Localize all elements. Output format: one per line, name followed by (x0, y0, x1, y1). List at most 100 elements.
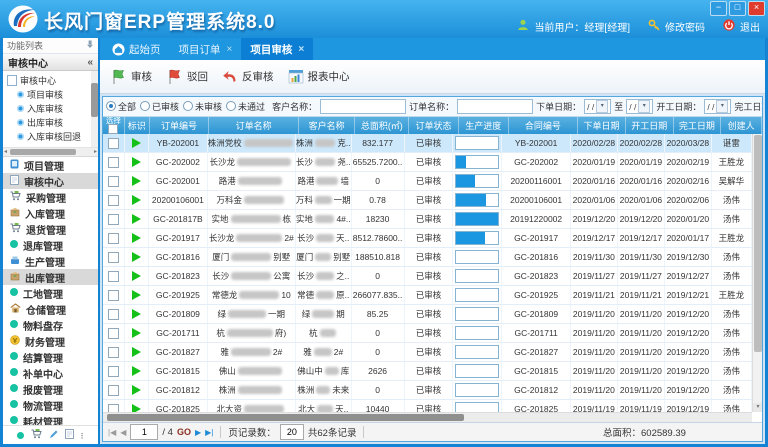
sidebar-item[interactable]: 补单中心 (3, 365, 98, 381)
order-name-input[interactable] (457, 99, 533, 114)
sidebar-item[interactable]: 物料盘存 (3, 317, 98, 333)
pen-blue-icon[interactable] (49, 426, 58, 444)
sidebar-item[interactable]: 报废管理 (3, 381, 98, 397)
row-select-cell[interactable] (103, 381, 125, 399)
row-select-cell[interactable] (103, 362, 125, 380)
row-select-cell[interactable] (103, 172, 125, 190)
row-select-cell[interactable] (103, 343, 125, 361)
flag-action-button[interactable]: 审核 (110, 68, 152, 85)
row-select-cell[interactable] (103, 324, 125, 342)
sidebar-item[interactable]: 耗材管理 (3, 413, 98, 425)
sidebar-item[interactable]: 入库管理 (3, 205, 98, 221)
sidebar-item[interactable]: 结算管理 (3, 349, 98, 365)
sidebar-item[interactable]: 财务管理 (3, 333, 98, 349)
prev-page-button[interactable]: ◀ (120, 428, 126, 437)
flag-action-button[interactable]: 驳回 (166, 68, 208, 85)
row-select-cell[interactable] (103, 305, 125, 323)
tree-horizontal-scrollbar[interactable]: ◂▸ (3, 148, 98, 157)
table-row[interactable]: GC-201823长沙公寓长沙之..0已审核GC-2018232019/11/2… (103, 267, 752, 286)
tree-item[interactable]: 入库审核 (3, 101, 98, 115)
order-date-from-input[interactable]: / /▾ (584, 99, 611, 114)
tab-close-icon[interactable]: × (298, 44, 304, 55)
tree-item[interactable]: 项目审核 (3, 87, 98, 101)
sidebar-section-header[interactable]: 审核中心 « (3, 54, 98, 71)
page-icon[interactable] (65, 426, 74, 444)
order-date-to-input[interactable]: / /▾ (626, 99, 653, 114)
close-button[interactable]: × (748, 1, 765, 16)
row-checkbox[interactable] (108, 252, 119, 263)
table-row[interactable]: GC-201815佛山佛山中库2626已审核GC-2018152019/11/2… (103, 362, 752, 381)
table-row[interactable]: 20200106001万科金万科一期0.78已审核202001060012020… (103, 191, 752, 210)
tree-vertical-scrollbar[interactable] (91, 71, 98, 147)
row-select-cell[interactable] (103, 153, 125, 171)
sidebar-item[interactable]: 退库管理 (3, 237, 98, 253)
row-select-cell[interactable] (103, 248, 125, 266)
row-select-cell[interactable] (103, 210, 125, 228)
cart-icon[interactable] (31, 426, 42, 444)
tab-close-icon[interactable]: × (227, 44, 233, 55)
row-select-cell[interactable] (103, 134, 125, 152)
logout-link[interactable]: 退出 (740, 19, 760, 34)
status-radio[interactable]: 全部 (106, 100, 136, 113)
table-row[interactable]: YB-202001株洲党校株洲克..832.177已审核YB-202001202… (103, 134, 752, 153)
table-horizontal-scrollbar[interactable] (103, 412, 752, 422)
row-select-cell[interactable] (103, 191, 125, 209)
table-row[interactable]: GC-201817B实地栋实地4#..18230已审核2019122000220… (103, 210, 752, 229)
table-row[interactable]: GC-201816厦门别墅厦门别墅188510.818已审核GC-2018162… (103, 248, 752, 267)
row-select-cell[interactable] (103, 286, 125, 304)
row-select-cell[interactable] (103, 229, 125, 247)
table-row[interactable]: GC-201925常德龙10常德原..266077.835..已审核GC-201… (103, 286, 752, 305)
sidebar-item[interactable]: 出库管理 (3, 269, 98, 285)
row-select-cell[interactable] (103, 267, 125, 285)
customer-name-input[interactable] (320, 99, 406, 114)
sidebar-item[interactable]: 生产管理 (3, 253, 98, 269)
page-number-input[interactable] (130, 424, 158, 440)
table-row[interactable]: GC-201812株洲株洲未来0已审核GC-2018122019/11/2020… (103, 381, 752, 400)
row-checkbox[interactable] (108, 290, 119, 301)
row-checkbox[interactable] (108, 233, 119, 244)
table-row[interactable]: GC-201809绿一期绿期85.25已审核GC-2018092019/11/2… (103, 305, 752, 324)
row-checkbox[interactable] (108, 271, 119, 282)
row-checkbox[interactable] (108, 347, 119, 358)
tab-起始页[interactable]: 起始页 (103, 38, 170, 60)
table-row[interactable]: GC-201711杭府)杭0已审核GC-2017112019/11/202019… (103, 324, 752, 343)
pin-icon[interactable] (86, 40, 94, 51)
page-size-input[interactable] (280, 424, 304, 440)
sidebar-item[interactable]: 项目管理 (3, 157, 98, 173)
first-page-button[interactable]: |◀ (108, 428, 116, 437)
row-checkbox[interactable] (108, 366, 119, 377)
minimize-button[interactable]: − (710, 1, 727, 16)
row-checkbox[interactable] (108, 138, 119, 149)
table-row[interactable]: GC-202002长沙龙长沙尧..65525.7200..已审核GC-20200… (103, 153, 752, 172)
row-checkbox[interactable] (108, 195, 119, 206)
status-radio[interactable]: 未审核 (183, 100, 222, 113)
row-checkbox[interactable] (108, 328, 119, 339)
more-icon[interactable]: ⁝ (81, 426, 85, 444)
collapse-icon[interactable]: « (87, 57, 93, 68)
tab-项目订单[interactable]: 项目订单× (170, 38, 242, 60)
status-radio[interactable]: 未通过 (226, 100, 265, 113)
table-row[interactable]: GC-202001路港路港墙0已审核202001160012020/01/162… (103, 172, 752, 191)
row-checkbox[interactable] (108, 157, 119, 168)
sidebar-item[interactable]: 工地管理 (3, 285, 98, 301)
select-all-checkbox[interactable] (108, 124, 118, 134)
table-row[interactable]: GC-201917长沙龙2#长沙天..8512.78600..已审核GC-201… (103, 229, 752, 248)
table-row[interactable]: GC-201827雅2#雅2#0已审核GC-2018272019/11/2020… (103, 343, 752, 362)
tree-item[interactable]: 出库审核 (3, 115, 98, 129)
next-page-button[interactable]: ▶ (195, 428, 201, 437)
sidebar-item[interactable]: 采购管理 (3, 189, 98, 205)
table-vertical-scrollbar[interactable]: ▾ (752, 134, 762, 412)
status-radio[interactable]: 已审核 (140, 100, 179, 113)
dropdown-icon[interactable]: ▾ (638, 100, 650, 113)
row-checkbox[interactable] (108, 176, 119, 187)
maximize-button[interactable]: □ (729, 1, 746, 16)
dropdown-icon[interactable]: ▾ (716, 100, 728, 113)
change-password-link[interactable]: 修改密码 (665, 19, 705, 34)
sidebar-item[interactable]: 审核中心 (3, 173, 98, 189)
row-checkbox[interactable] (108, 214, 119, 225)
tab-项目审核[interactable]: 项目审核× (241, 38, 313, 60)
tree-root[interactable]: 审核中心 (3, 73, 98, 87)
row-checkbox[interactable] (108, 385, 119, 396)
start-date-input[interactable]: / /▾ (704, 99, 731, 114)
undo-action-button[interactable]: 反审核 (222, 69, 274, 85)
